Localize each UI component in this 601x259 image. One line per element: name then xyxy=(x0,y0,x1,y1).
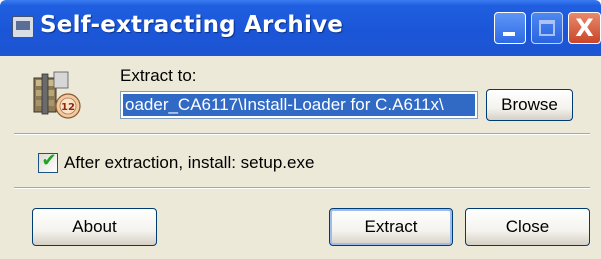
window-title: Self-extracting Archive xyxy=(40,12,344,38)
destination-path-field[interactable]: oader_CA6117\Install-Loader for C.A611x\ xyxy=(120,91,478,119)
maximize-icon xyxy=(539,20,555,36)
title-bar[interactable]: Self-extracting Archive X xyxy=(0,0,601,56)
browse-button[interactable]: Browse xyxy=(486,89,573,121)
destination-path-value: oader_CA6117\Install-Loader for C.A611x\ xyxy=(123,94,475,116)
divider-bottom xyxy=(14,187,590,189)
install-after-extraction-checkbox[interactable]: ✔ xyxy=(38,150,58,173)
extract-to-label: Extract to: xyxy=(120,66,197,85)
minimize-icon xyxy=(503,32,515,36)
close-icon: X xyxy=(575,14,594,42)
self-extracting-archive-dialog: Self-extracting Archive X 12 Extract to:… xyxy=(0,0,601,259)
archive-window-icon xyxy=(12,16,34,38)
dialog-body: 12 Extract to: oader_CA6117\Install-Load… xyxy=(0,56,601,259)
winrar-archive-icon: 12 xyxy=(33,71,81,119)
install-after-extraction-label[interactable]: After extraction, install: setup.exe xyxy=(64,153,314,173)
divider-top xyxy=(14,133,590,135)
close-button[interactable]: Close xyxy=(465,208,590,246)
close-window-button[interactable]: X xyxy=(568,12,601,44)
checkmark-icon: ✔ xyxy=(41,150,57,171)
svg-text:12: 12 xyxy=(61,102,75,113)
extract-button[interactable]: Extract xyxy=(329,208,453,246)
about-button[interactable]: About xyxy=(32,208,157,246)
maximize-button xyxy=(531,12,563,44)
minimize-button[interactable] xyxy=(494,12,526,44)
